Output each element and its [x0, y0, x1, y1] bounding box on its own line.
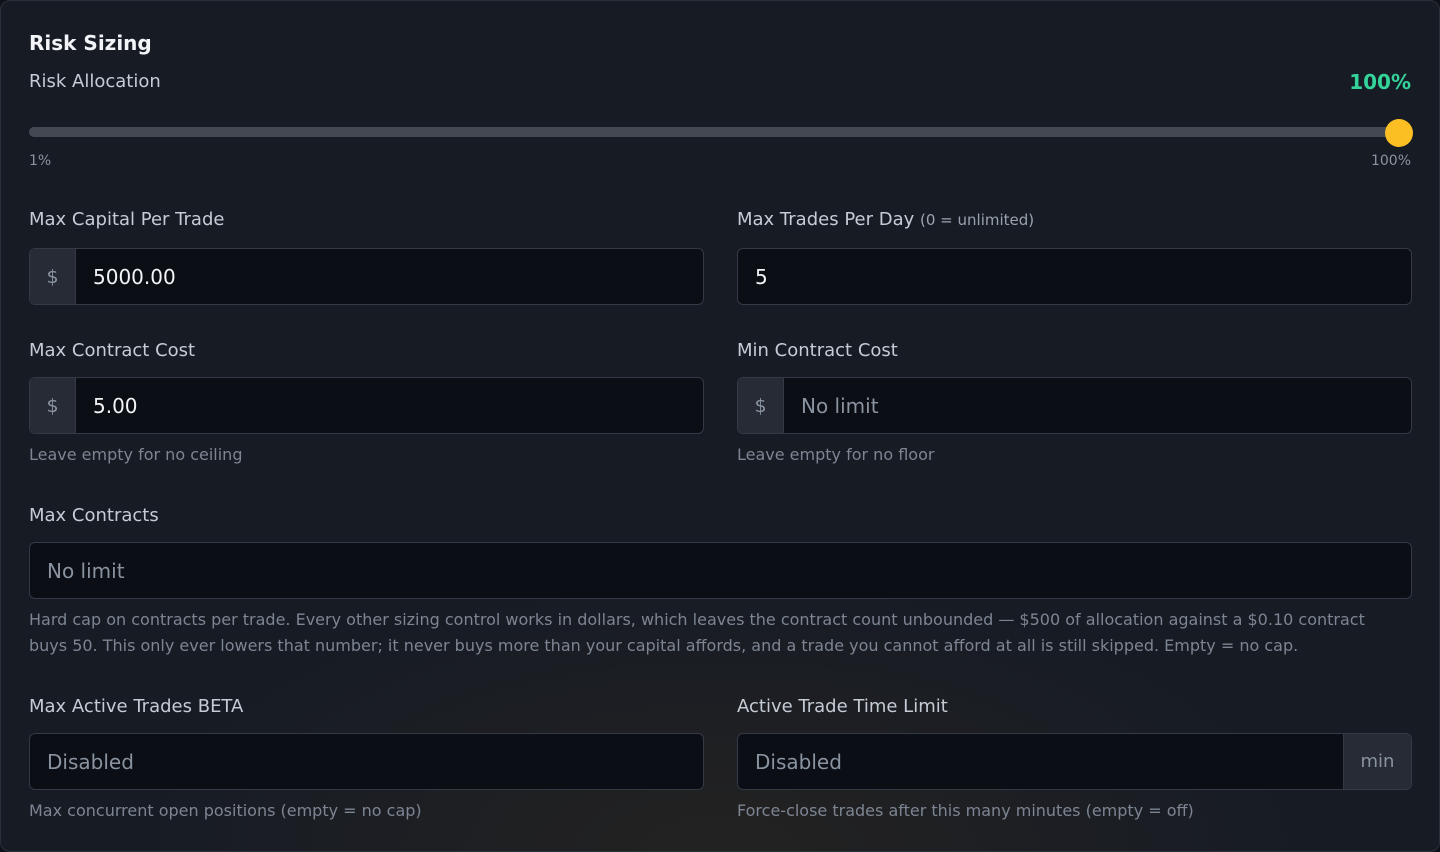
max-capital-per-trade-input[interactable] — [76, 249, 703, 304]
max-trades-per-day-hint: (0 = unlimited) — [920, 211, 1035, 229]
max-active-trades-label: Max Active Trades BETA — [29, 696, 244, 717]
max-contract-cost-help: Leave empty for no ceiling — [29, 445, 243, 464]
max-active-trades-input[interactable] — [30, 734, 703, 789]
active-trade-time-limit-input[interactable] — [738, 734, 1343, 789]
max-contract-cost-field: $ — [29, 377, 704, 434]
max-trades-per-day-label: Max Trades Per Day (0 = unlimited) — [737, 209, 1034, 230]
slider-min-label: 1% — [29, 153, 52, 169]
max-contract-cost-label: Max Contract Cost — [29, 340, 196, 361]
active-trade-time-limit-field: min — [737, 733, 1412, 790]
minutes-suffix: min — [1343, 734, 1411, 789]
dollar-prefix: $ — [738, 378, 784, 433]
min-contract-cost-field: $ — [737, 377, 1412, 434]
max-contracts-input[interactable] — [30, 543, 1411, 598]
max-contract-cost-input[interactable] — [76, 378, 703, 433]
dollar-prefix: $ — [30, 249, 76, 304]
risk-allocation-value: 100% — [1349, 70, 1411, 94]
max-trades-per-day-input[interactable] — [738, 249, 1411, 304]
max-contracts-field — [29, 542, 1412, 599]
active-trade-time-limit-label: Active Trade Time Limit — [737, 696, 948, 717]
section-title: Risk Sizing — [29, 31, 152, 55]
slider-max-label: 100% — [1370, 153, 1411, 169]
max-contracts-help: Hard cap on contracts per trade. Every o… — [29, 610, 1365, 655]
max-contracts-label: Max Contracts — [29, 505, 159, 526]
min-contract-cost-help: Leave empty for no floor — [737, 445, 935, 464]
max-capital-per-trade-label: Max Capital Per Trade — [29, 209, 225, 230]
slider-thumb[interactable] — [1385, 119, 1413, 147]
active-trade-time-limit-help: Force-close trades after this many minut… — [737, 801, 1194, 820]
max-trades-per-day-label-text: Max Trades Per Day — [737, 209, 915, 230]
risk-allocation-label: Risk Allocation — [29, 71, 161, 92]
max-active-trades-field — [29, 733, 704, 790]
min-contract-cost-input[interactable] — [784, 378, 1411, 433]
slider-fill — [29, 127, 1399, 137]
max-capital-per-trade-field: $ — [29, 248, 704, 305]
max-trades-per-day-field — [737, 248, 1412, 305]
min-contract-cost-label: Min Contract Cost — [737, 340, 898, 361]
risk-allocation-slider[interactable] — [29, 127, 1399, 137]
dollar-prefix: $ — [30, 378, 76, 433]
risk-sizing-panel: Risk Sizing Risk Allocation 100% 1% 100%… — [0, 0, 1440, 852]
max-active-trades-help: Max concurrent open positions (empty = n… — [29, 801, 422, 820]
